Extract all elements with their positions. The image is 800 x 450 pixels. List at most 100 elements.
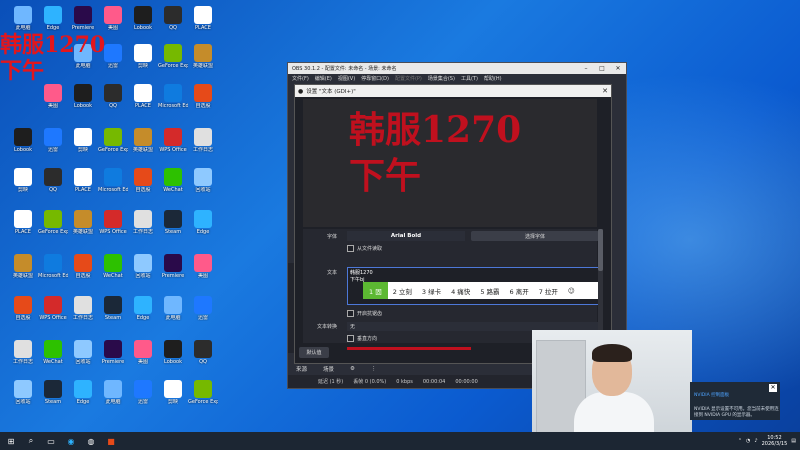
checkbox-box[interactable] — [347, 335, 354, 342]
desktop-icon[interactable]: 自选股 — [188, 84, 218, 109]
menu-help[interactable]: 帮助(H) — [484, 75, 502, 82]
menu-profile[interactable]: 配置文件(P) — [395, 75, 422, 82]
desktop-icon[interactable]: 回收站 — [188, 168, 218, 193]
task-view-icon[interactable]: ▭ — [42, 434, 60, 448]
desktop-icon[interactable]: WeChat — [38, 340, 68, 365]
desktop-icon[interactable]: QQ — [98, 84, 128, 109]
desktop-icon[interactable]: 剪映 — [128, 44, 158, 69]
desktop-icon[interactable]: 美图 — [128, 340, 158, 365]
chevron-up-icon[interactable]: ⌃ — [738, 438, 742, 444]
desktop-icon[interactable]: Lobook — [68, 84, 98, 109]
desktop-icon[interactable]: 迅雷 — [188, 296, 218, 321]
desktop-icon[interactable]: 此电脑 — [8, 6, 38, 31]
clock[interactable]: 10:52 2026/3/15 — [762, 435, 788, 447]
emoji-icon[interactable]: ☺ — [563, 287, 580, 295]
notification-icon[interactable]: ▤ — [791, 438, 796, 444]
gear-icon[interactable]: ⚙ — [342, 366, 363, 372]
desktop-icon[interactable]: Lobook — [8, 128, 38, 153]
ime-candidate-3[interactable]: 3 绿卡 — [417, 286, 446, 296]
desktop-icon[interactable]: Edge — [188, 210, 218, 235]
desktop-icon[interactable]: 工作日志 — [68, 296, 98, 321]
desktop-icon[interactable]: 美图 — [98, 6, 128, 31]
desktop-icon[interactable]: QQ — [38, 168, 68, 193]
desktop-icon[interactable]: QQ — [158, 6, 188, 31]
desktop-icon[interactable]: GeForce Experience — [98, 128, 128, 153]
desktop-icon[interactable]: Premiere — [68, 6, 98, 31]
color-slider[interactable] — [347, 347, 471, 350]
checkbox-box[interactable] — [347, 310, 354, 317]
desktop-icon[interactable]: 迅雷 — [38, 128, 68, 153]
scrollbar[interactable] — [598, 229, 603, 343]
desktop-icon[interactable]: PLACE — [8, 210, 38, 235]
checkbox-box[interactable] — [347, 245, 354, 252]
read-from-file-checkbox[interactable]: 从文件读取 — [347, 245, 382, 252]
desktop-icon[interactable]: 回收站 — [8, 380, 38, 405]
desktop-icon[interactable]: WeChat — [98, 254, 128, 279]
desktop-icon[interactable]: Edge — [38, 6, 68, 31]
desktop-icon[interactable]: 英雄联盟 — [8, 254, 38, 279]
desktop-icon[interactable]: Microsoft Edge — [158, 84, 188, 109]
desktop-icon[interactable]: 工作日志 — [188, 128, 218, 153]
ime-candidate-bar[interactable]: 1 固 2 立刻 3 绿卡 4 痛快 5 路霸 6 离开 7 拉开 ☺ — [363, 282, 601, 299]
start-icon[interactable]: ⊞ — [2, 434, 20, 448]
desktop-icon[interactable]: Microsoft Edge — [38, 254, 68, 279]
menu-file[interactable]: 文件(F) — [292, 75, 309, 82]
desktop-icon[interactable]: PLACE — [128, 84, 158, 109]
desktop-icon[interactable]: Steam — [158, 210, 188, 235]
desktop-icon[interactable]: WeChat — [158, 168, 188, 193]
menu-docks[interactable]: 停靠窗口(D) — [361, 75, 389, 82]
desktop-icon[interactable]: Premiere — [98, 340, 128, 365]
desktop-icon[interactable]: 英雄联盟 — [188, 44, 218, 69]
desktop-icon[interactable]: GeForce Experience — [188, 380, 218, 405]
desktop-icon[interactable]: PLACE — [68, 168, 98, 193]
desktop-icon[interactable]: 工作日志 — [8, 340, 38, 365]
desktop-icon[interactable]: Premiere — [158, 254, 188, 279]
desktop-icon[interactable]: Steam — [98, 296, 128, 321]
ime-candidate-1[interactable]: 1 固 — [363, 282, 388, 299]
select-font-button[interactable]: 选择字体 — [471, 231, 599, 241]
scrollbar-thumb[interactable] — [598, 229, 603, 271]
desktop-icon[interactable]: 英雄联盟 — [68, 210, 98, 235]
desktop-icon[interactable]: 回收站 — [68, 340, 98, 365]
search-icon[interactable]: ⌕ — [22, 434, 40, 448]
desktop-icon[interactable]: GeForce Experience — [158, 44, 188, 69]
obs-icon[interactable]: ◍ — [82, 434, 100, 448]
menu-scene-collection[interactable]: 场景集合(S) — [428, 75, 455, 82]
tab-sources[interactable]: 来源 — [288, 365, 315, 373]
obs-titlebar[interactable]: OBS 30.1.2 - 配置文件: 未命名 - 场景: 未命名 – □ ✕ — [288, 63, 626, 74]
tab-scenes[interactable]: 场景 — [315, 365, 342, 373]
desktop-icon[interactable]: 自选股 — [8, 296, 38, 321]
minimize-icon[interactable]: – — [578, 65, 594, 72]
desktop-icon[interactable]: 回收站 — [128, 254, 158, 279]
desktop-icon[interactable]: 美图 — [188, 254, 218, 279]
more-icon[interactable]: ⋮ — [363, 366, 385, 372]
maximize-icon[interactable]: □ — [594, 65, 610, 72]
defaults-button[interactable]: 默认值 — [299, 347, 329, 358]
ime-candidate-4[interactable]: 4 痛快 — [446, 286, 475, 296]
desktop-icon[interactable]: WPS Office — [38, 296, 68, 321]
desktop-icon[interactable]: 剪映 — [8, 168, 38, 193]
dialog-titlebar[interactable]: ● 设置 "文本 (GDI+)" ✕ — [295, 85, 611, 97]
desktop-icon[interactable]: 英雄联盟 — [128, 128, 158, 153]
ime-candidate-6[interactable]: 6 离开 — [505, 286, 534, 296]
desktop-icon[interactable]: WPS Office — [158, 128, 188, 153]
desktop-icon[interactable]: QQ — [188, 340, 218, 365]
antialias-checkbox[interactable]: 开启抗锯齿 — [347, 310, 382, 317]
properties-dialog[interactable]: ● 设置 "文本 (GDI+)" ✕ 韩服1270 下午 字体 Arial Bo… — [294, 84, 612, 364]
ime-candidate-5[interactable]: 5 路霸 — [475, 286, 504, 296]
ime-candidate-7[interactable]: 7 拉开 — [534, 286, 563, 296]
ime-candidate-2[interactable]: 2 立刻 — [388, 286, 417, 296]
desktop-icon[interactable]: Lobook — [158, 340, 188, 365]
desktop-icon[interactable]: 迅雷 — [128, 380, 158, 405]
menu-tools[interactable]: 工具(T) — [461, 75, 478, 82]
close-icon[interactable]: ✕ — [769, 384, 777, 392]
desktop-icon[interactable]: 工作日志 — [128, 210, 158, 235]
vertical-checkbox[interactable]: 垂直方向 — [347, 335, 377, 342]
close-icon[interactable]: ✕ — [610, 65, 626, 72]
desktop-icon[interactable]: 自选股 — [68, 254, 98, 279]
desktop-icon[interactable]: Lobook — [128, 6, 158, 31]
volume-icon[interactable]: ♪ — [754, 438, 757, 444]
desktop-icon[interactable]: WPS Office — [98, 210, 128, 235]
notification-toast[interactable]: ✕ NVIDIA 控制面板 NVIDIA 显示设置不可用。您当前未使用连接到 N… — [690, 382, 780, 420]
desktop-icon[interactable]: Edge — [128, 296, 158, 321]
